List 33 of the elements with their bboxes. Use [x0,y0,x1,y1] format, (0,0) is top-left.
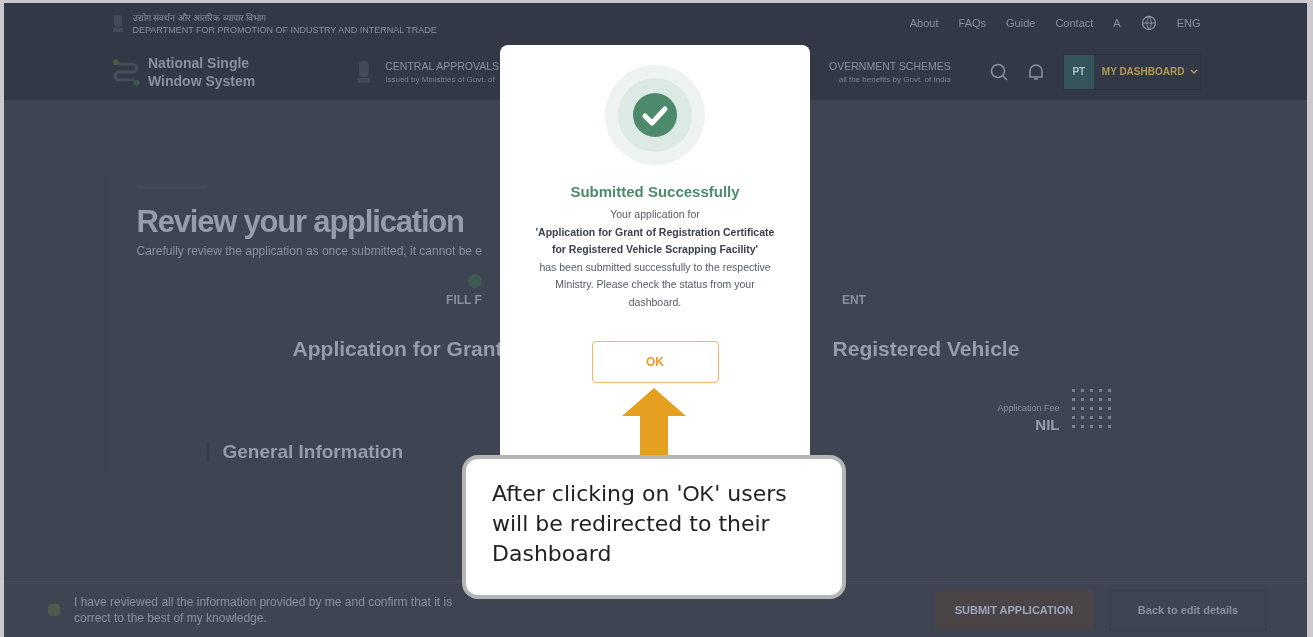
chevron-down-icon [1190,68,1199,75]
pointer-arrow [622,388,686,458]
logo-title: National Single Window System [148,53,257,90]
language-selector[interactable]: ENG [1176,17,1201,29]
application-title: Application for Grant [292,337,503,361]
success-check-icon [605,65,705,165]
nav-item[interactable]: CENTRAL APPROVALS Issued by Ministries of Govt. of [385,59,500,84]
page-title: Review your application [136,204,464,240]
page-subtitle: Carefully review the application as once submitted, it cannot be e [136,244,483,258]
fee-label: Application Fee [997,403,1060,413]
search-icon[interactable] [988,61,1009,82]
dialog-title: Submitted Successfully [570,183,740,200]
fee-value: NIL [1035,416,1060,433]
ok-button[interactable]: OK [591,341,719,383]
step-label: FILL F [446,293,482,307]
dashboard-button[interactable]: PT MY DASHBOARD [1062,53,1201,90]
department-name: DEPARTMENT FOR PROMOTION OF INDUSTRY AND INTERNAL TRADE [132,25,437,35]
declaration-text: I have reviewed all the information provided by me and confirm that it is correct to the best of my knowledge. [74,593,454,626]
nav-link[interactable]: About [909,17,939,29]
step-label: ENT [841,293,866,307]
application-title: Registered Vehicle [832,337,1020,361]
back-button[interactable]: Back to edit details [1109,589,1267,630]
section-title: General Information [222,441,404,463]
submit-button[interactable]: SUBMIT APPLICATION [935,589,1093,630]
nav-link[interactable]: Contact [1055,17,1094,29]
callout-note: After clicking on 'OK' users will be redirected to their Dashboard [462,455,846,599]
dialog-message: Your application for 'Application for Grant of Registration Certificate for Registered Vehicle Scrapping Facility' has been submitted successfully to the respective Ministry. Please check the status from your dashboard. [534,207,776,310]
globe-icon[interactable] [1140,15,1157,31]
ministry-name: उद्योग संवर्धन और आंतरिक व्यापार विभाग [132,12,267,24]
nav-link[interactable]: Guide [1006,17,1036,29]
bell-icon[interactable] [1026,61,1045,82]
font-size-toggle[interactable]: A [1113,17,1121,29]
nav-link[interactable]: FAQs [958,17,987,29]
